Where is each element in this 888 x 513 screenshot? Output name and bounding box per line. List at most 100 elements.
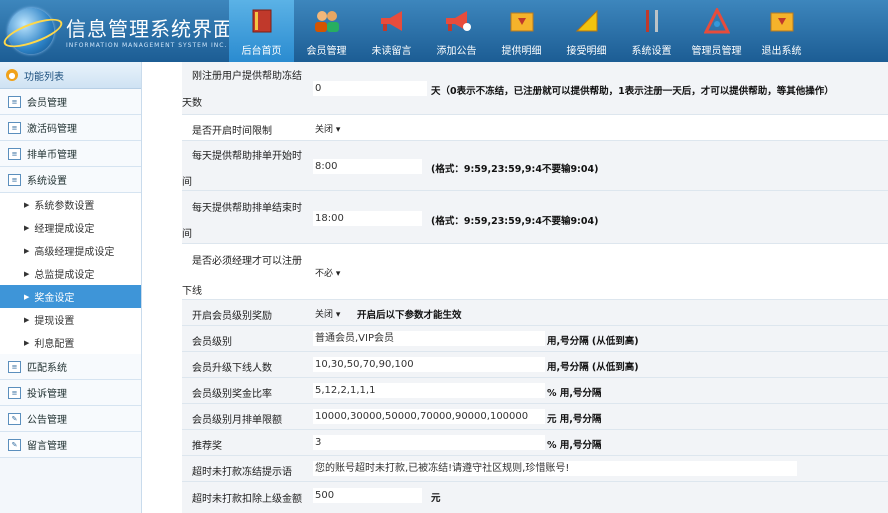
nav-unread-label: 未读留言: [371, 46, 412, 57]
bullet-icon: ▶: [24, 338, 30, 347]
freeze-days-input[interactable]: 0: [313, 81, 427, 96]
edit-icon: ✎: [8, 438, 21, 451]
referral-note: % 用,号分隔: [547, 440, 602, 451]
sidebar-sub-withdraw[interactable]: ▶ 提现设置: [0, 308, 141, 331]
sidebar-sub-bonus[interactable]: ▶ 奖金设定: [0, 285, 141, 308]
nav-members-label: 会员管理: [306, 46, 347, 57]
monthly-limit-input[interactable]: 10000,30000,50000,70000,90000,100000: [313, 409, 545, 424]
timeout-deduct-input[interactable]: 500: [313, 488, 422, 503]
nav-admin-label: 管理员管理: [691, 46, 742, 57]
nav-settings[interactable]: 系统设置: [619, 0, 684, 62]
level-reward-select[interactable]: 关闭 ▾: [315, 307, 340, 320]
sidebar-title-label: 功能列表: [24, 71, 64, 83]
upgrade-count-note: 用,号分隔 (从低到高): [547, 362, 639, 373]
nav-admin[interactable]: 管理员管理: [684, 0, 749, 62]
row-monthly-limit: 会员级别月排单限额 10000,30000,50000,70000,90000,…: [182, 404, 888, 430]
level-reward-value: 关闭: [315, 310, 334, 320]
folder-icon: ≡: [8, 95, 21, 108]
app-title: 信息管理系统界面: [66, 17, 234, 41]
timeout-deduct-label: 超时未打款扣除上级金额: [192, 494, 302, 505]
timeout-message-input[interactable]: 您的账号超时未打款,已被冻结!请遵守社区规则,珍惜账号!: [313, 461, 797, 476]
start-time-label-cont: 间: [182, 177, 192, 188]
time-limit-value: 关闭: [315, 125, 334, 135]
edit-icon: ✎: [8, 412, 21, 425]
end-time-label: 每天提供帮助排单结束时: [192, 203, 302, 214]
freeze-days-note: 天（0表示不冻结，已注册就可以提供帮助，1表示注册一天后，才可以提供帮助，等其他…: [431, 86, 834, 97]
upgrade-count-input[interactable]: 10,30,50,70,90,100: [313, 357, 545, 372]
nav-accept[interactable]: 接受明细: [554, 0, 619, 62]
book-icon: [248, 7, 276, 35]
main-content: 刚注册用户提供帮助冻结 天数 0 天（0表示不冻结，已注册就可以提供帮助，1表示…: [142, 62, 888, 513]
member-level-input[interactable]: 普通会员,VIP会员: [313, 331, 545, 346]
sidebar-sub-senior-manager[interactable]: ▶ 高级经理提成设定: [0, 239, 141, 262]
freeze-days-label: 刚注册用户提供帮助冻结: [192, 71, 302, 82]
row-level-reward: 开启会员级别奖励 关闭 ▾ 开启后以下参数才能生效: [182, 300, 888, 326]
bonus-rate-input[interactable]: 5,12,2,1,1,1: [313, 383, 545, 398]
sidebar-item-coins[interactable]: ≡ 排单币管理: [0, 141, 141, 167]
start-time-input[interactable]: 8:00: [313, 159, 422, 174]
tools-icon: [638, 7, 666, 35]
folder-icon: ≡: [8, 147, 21, 160]
member-level-note: 用,号分隔 (从低到高): [547, 336, 639, 347]
sidebar-item-notices[interactable]: ✎ 公告管理: [0, 406, 141, 432]
row-manager-register: 是否必须经理才可以注册 下线 不必 ▾: [182, 244, 888, 300]
nav-unread[interactable]: 未读留言: [359, 0, 424, 62]
sidebar-item-members[interactable]: ≡ 会员管理: [0, 89, 141, 115]
row-timeout-message: 超时未打款冻结提示语 您的账号超时未打款,已被冻结!请遵守社区规则,珍惜账号!: [182, 456, 888, 482]
sidebar-sub-label: 总监提成设定: [34, 270, 95, 281]
nav-settings-label: 系统设置: [631, 46, 672, 57]
row-end-time: 每天提供帮助排单结束时 间 18:00 (格式：9:59,23:59,9:4不要…: [182, 191, 888, 244]
exit-icon: [768, 7, 796, 35]
referral-input[interactable]: 3: [313, 435, 545, 450]
nav-exit-label: 退出系统: [761, 46, 802, 57]
freeze-days-label-cont: 天数: [182, 98, 202, 109]
timeout-message-label: 超时未打款冻结提示语: [192, 467, 292, 478]
bullet-icon: ▶: [24, 246, 30, 255]
member-level-label: 会员级别: [192, 337, 232, 348]
sidebar-item-match[interactable]: ≡ 匹配系统: [0, 354, 141, 380]
sidebar-sub-label: 经理提成设定: [34, 224, 95, 235]
megaphone-add-icon: [443, 7, 471, 35]
sidebar-item-settings[interactable]: ≡ 系统设置: [0, 167, 141, 193]
nav-provide[interactable]: 提供明细: [489, 0, 554, 62]
row-time-limit: 是否开启时间限制 关闭 ▾: [182, 115, 888, 141]
nav-add-notice[interactable]: 添加公告: [424, 0, 489, 62]
sidebar-item-complaints[interactable]: ≡ 投诉管理: [0, 380, 141, 406]
folder-down-icon: [508, 7, 536, 35]
nav-provide-label: 提供明细: [501, 46, 542, 57]
list-icon: ●: [6, 69, 18, 81]
sidebar-item-activation[interactable]: ≡ 激活码管理: [0, 115, 141, 141]
megaphone-icon: [378, 7, 406, 35]
end-time-note: (格式：9:59,23:59,9:4不要输9:04): [431, 216, 599, 227]
upgrade-count-label: 会员升级下线人数: [192, 363, 272, 374]
row-referral: 推荐奖 3 % 用,号分隔: [182, 430, 888, 456]
time-limit-label: 是否开启时间限制: [192, 126, 272, 137]
bonus-rate-note: % 用,号分隔: [547, 388, 602, 399]
sidebar-sub-params[interactable]: ▶ 系统参数设置: [0, 193, 141, 216]
bullet-icon: ▶: [24, 269, 30, 278]
sidebar-sub-interest[interactable]: ▶ 利息配置: [0, 331, 141, 354]
start-time-note: (格式：9:59,23:59,9:4不要输9:04): [431, 164, 599, 175]
nav-exit[interactable]: 退出系统: [749, 0, 814, 62]
sidebar-item-label: 激活码管理: [27, 124, 77, 135]
sidebar-sub-manager[interactable]: ▶ 经理提成设定: [0, 216, 141, 239]
row-bonus-rate: 会员级别奖金比率 5,12,2,1,1,1 % 用,号分隔: [182, 378, 888, 404]
folder-icon: ≡: [8, 173, 21, 186]
sidebar-item-messages[interactable]: ✎ 留言管理: [0, 432, 141, 458]
bullet-icon: ▶: [24, 315, 30, 324]
start-time-label: 每天提供帮助排单开始时: [192, 151, 302, 162]
row-start-time: 每天提供帮助排单开始时 间 8:00 (格式：9:59,23:59,9:4不要输…: [182, 141, 888, 191]
sidebar-sub-label: 系统参数设置: [34, 201, 95, 212]
sidebar: ● 功能列表 ≡ 会员管理 ≡ 激活码管理 ≡ 排单币管理 ≡ 系统设置 ▶ 系统参数设置…: [0, 62, 142, 513]
chevron-down-icon: ▾: [335, 310, 341, 320]
logo: 信息管理系统界面 INFORMATION MANAGEMENT SYSTEM I…: [0, 5, 233, 57]
sidebar-sub-director[interactable]: ▶ 总监提成设定: [0, 262, 141, 285]
nav-members[interactable]: 会员管理: [294, 0, 359, 62]
sidebar-sub-label: 奖金设定: [34, 293, 75, 304]
top-header: 信息管理系统界面 INFORMATION MANAGEMENT SYSTEM I…: [0, 0, 888, 62]
end-time-label-cont: 间: [182, 229, 192, 240]
end-time-input[interactable]: 18:00: [313, 211, 422, 226]
manager-register-select[interactable]: 不必 ▾: [315, 266, 340, 279]
time-limit-select[interactable]: 关闭 ▾: [315, 122, 340, 135]
nav-home[interactable]: 后台首页: [229, 0, 294, 62]
